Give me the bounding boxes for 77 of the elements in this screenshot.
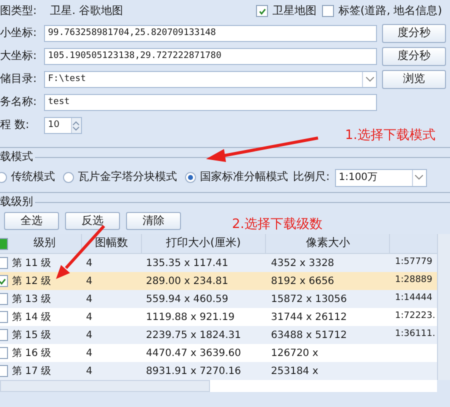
table-cell-text: 1:36111.: [394, 328, 436, 342]
table-cell-text: 4470.47 x 3639.60: [145, 346, 242, 360]
radio-button[interactable]: [185, 172, 196, 183]
table-cell-text: 1:57779: [394, 256, 434, 270]
checkbox[interactable]: [256, 5, 268, 17]
table-row[interactable]: 第 15 级 4 2239.75 x 1824.31 63488 x 51712 1:36111.: [0, 326, 437, 344]
table-cell-text: 31744 x 26112: [270, 310, 348, 324]
table-cell-text: 8931.91 x 7270.16: [145, 364, 242, 378]
table-cell-text: 4: [85, 292, 94, 306]
dropdown-arrow-icon: [412, 170, 426, 186]
threads-spinner[interactable]: 10: [44, 117, 82, 134]
table-cell-text: 135.35 x 117.41: [145, 256, 230, 270]
button[interactable]: 度分秒: [382, 47, 446, 66]
table-cell-text: 4: [85, 364, 94, 378]
table-cell-text: 289.00 x 234.81: [145, 274, 230, 288]
button[interactable]: 度分秒: [382, 24, 446, 43]
field-label: 比例尺:: [293, 169, 330, 186]
field-label: 大坐标:: [0, 48, 38, 64]
spinner-arrows-icon: [71, 118, 81, 133]
table-cell-text: 1:72223.: [394, 310, 436, 324]
input-field[interactable]: 105.190505123138,29.727222871780: [44, 48, 377, 65]
table-cell-text: 1:28889: [394, 274, 434, 288]
annotation-text: 1.选择下载模式: [345, 127, 436, 145]
map-type-value: 卫星. 谷歌地图: [50, 2, 123, 19]
checkbox[interactable]: [322, 5, 334, 17]
folder-dropdown[interactable]: F:\test: [44, 71, 377, 88]
radio-label: 传统模式: [11, 169, 55, 186]
table-cell-text: 第 15 级: [11, 328, 52, 342]
checkbox-label: 卫星地图: [272, 2, 316, 19]
table-cell-text: 第 17 级: [11, 364, 52, 378]
input-field[interactable]: test: [44, 94, 377, 111]
table-cell-text: 15872 x 13056: [270, 292, 348, 306]
scale-dropdown[interactable]: 1:100万: [334, 168, 427, 186]
table-cell-text: 第 12 级: [11, 274, 52, 288]
button[interactable]: 反选: [65, 212, 120, 230]
radio-label: 瓦片金字塔分块模式: [78, 169, 177, 186]
table-cell-text: 第 11 级: [11, 256, 52, 270]
table-row[interactable]: 第 17 级 4 8931.91 x 7270.16 253184 x: [0, 362, 437, 380]
table-cell-text: 1119.88 x 921.19: [145, 310, 236, 324]
table-cell-text: 126720 x: [270, 346, 320, 360]
table-cell-text: 4: [85, 274, 94, 288]
table-row[interactable]: 第 13 级 4 559.94 x 460.59 15872 x 13056 1:14444: [0, 290, 437, 308]
group-title: 载模式: [0, 149, 33, 166]
table-cell-text: 253184 x: [270, 364, 320, 378]
table-cell-text: 第 16 级: [11, 346, 52, 360]
button[interactable]: 清除: [126, 212, 181, 230]
field-label: 储目录:: [0, 71, 38, 88]
button[interactable]: 浏览: [382, 70, 446, 89]
checkbox-label: 标签(道路, 地名信息): [338, 2, 442, 19]
group-title: 载级别: [0, 194, 33, 210]
table-row[interactable]: 第 12 级 4 289.00 x 234.81 8192 x 6656 1:28889: [0, 272, 437, 290]
table-cell-text: 4: [85, 310, 94, 324]
table-cell-text: 4: [85, 346, 94, 360]
field-label: 务名称:: [0, 94, 38, 110]
table-row[interactable]: 第 11 级 4 135.35 x 117.41 4352 x 3328 1:57779: [0, 254, 437, 272]
table-cell-text: 第 14 级: [11, 310, 52, 324]
vertical-scrollbar[interactable]: [437, 234, 450, 380]
table-cell-text: 第 13 级: [11, 292, 52, 306]
table-cell-text: 4352 x 3328: [270, 256, 336, 270]
table-row[interactable]: 第 14 级 4 1119.88 x 921.19 31744 x 26112 1:72223.: [0, 308, 437, 326]
field-label: 小坐标:: [0, 25, 38, 42]
table-cell-text: 559.94 x 460.59: [145, 292, 230, 306]
table-cell-text: 4: [85, 256, 94, 270]
table-cell-text: 63488 x 51712: [270, 328, 348, 342]
annotation-text: 2.选择下载级数: [232, 216, 322, 234]
dropdown-arrow-icon: [362, 72, 376, 87]
table-cell-text: 1:14444: [394, 292, 434, 306]
radio-button[interactable]: [63, 172, 74, 183]
table-cell-text: 4: [85, 328, 94, 342]
radio-label: 国家标准分幅模式: [200, 169, 288, 186]
button[interactable]: 全选: [4, 212, 59, 230]
field-label: 程 数:: [0, 117, 30, 134]
table-cell-text: 8192 x 6656: [270, 274, 336, 288]
field-label: 图类型:: [0, 2, 38, 19]
table-cell-text: 2239.75 x 1824.31: [145, 328, 242, 342]
horizontal-scrollbar[interactable]: [0, 380, 210, 392]
input-field[interactable]: 99.763258981704,25.820709133148: [44, 25, 377, 42]
